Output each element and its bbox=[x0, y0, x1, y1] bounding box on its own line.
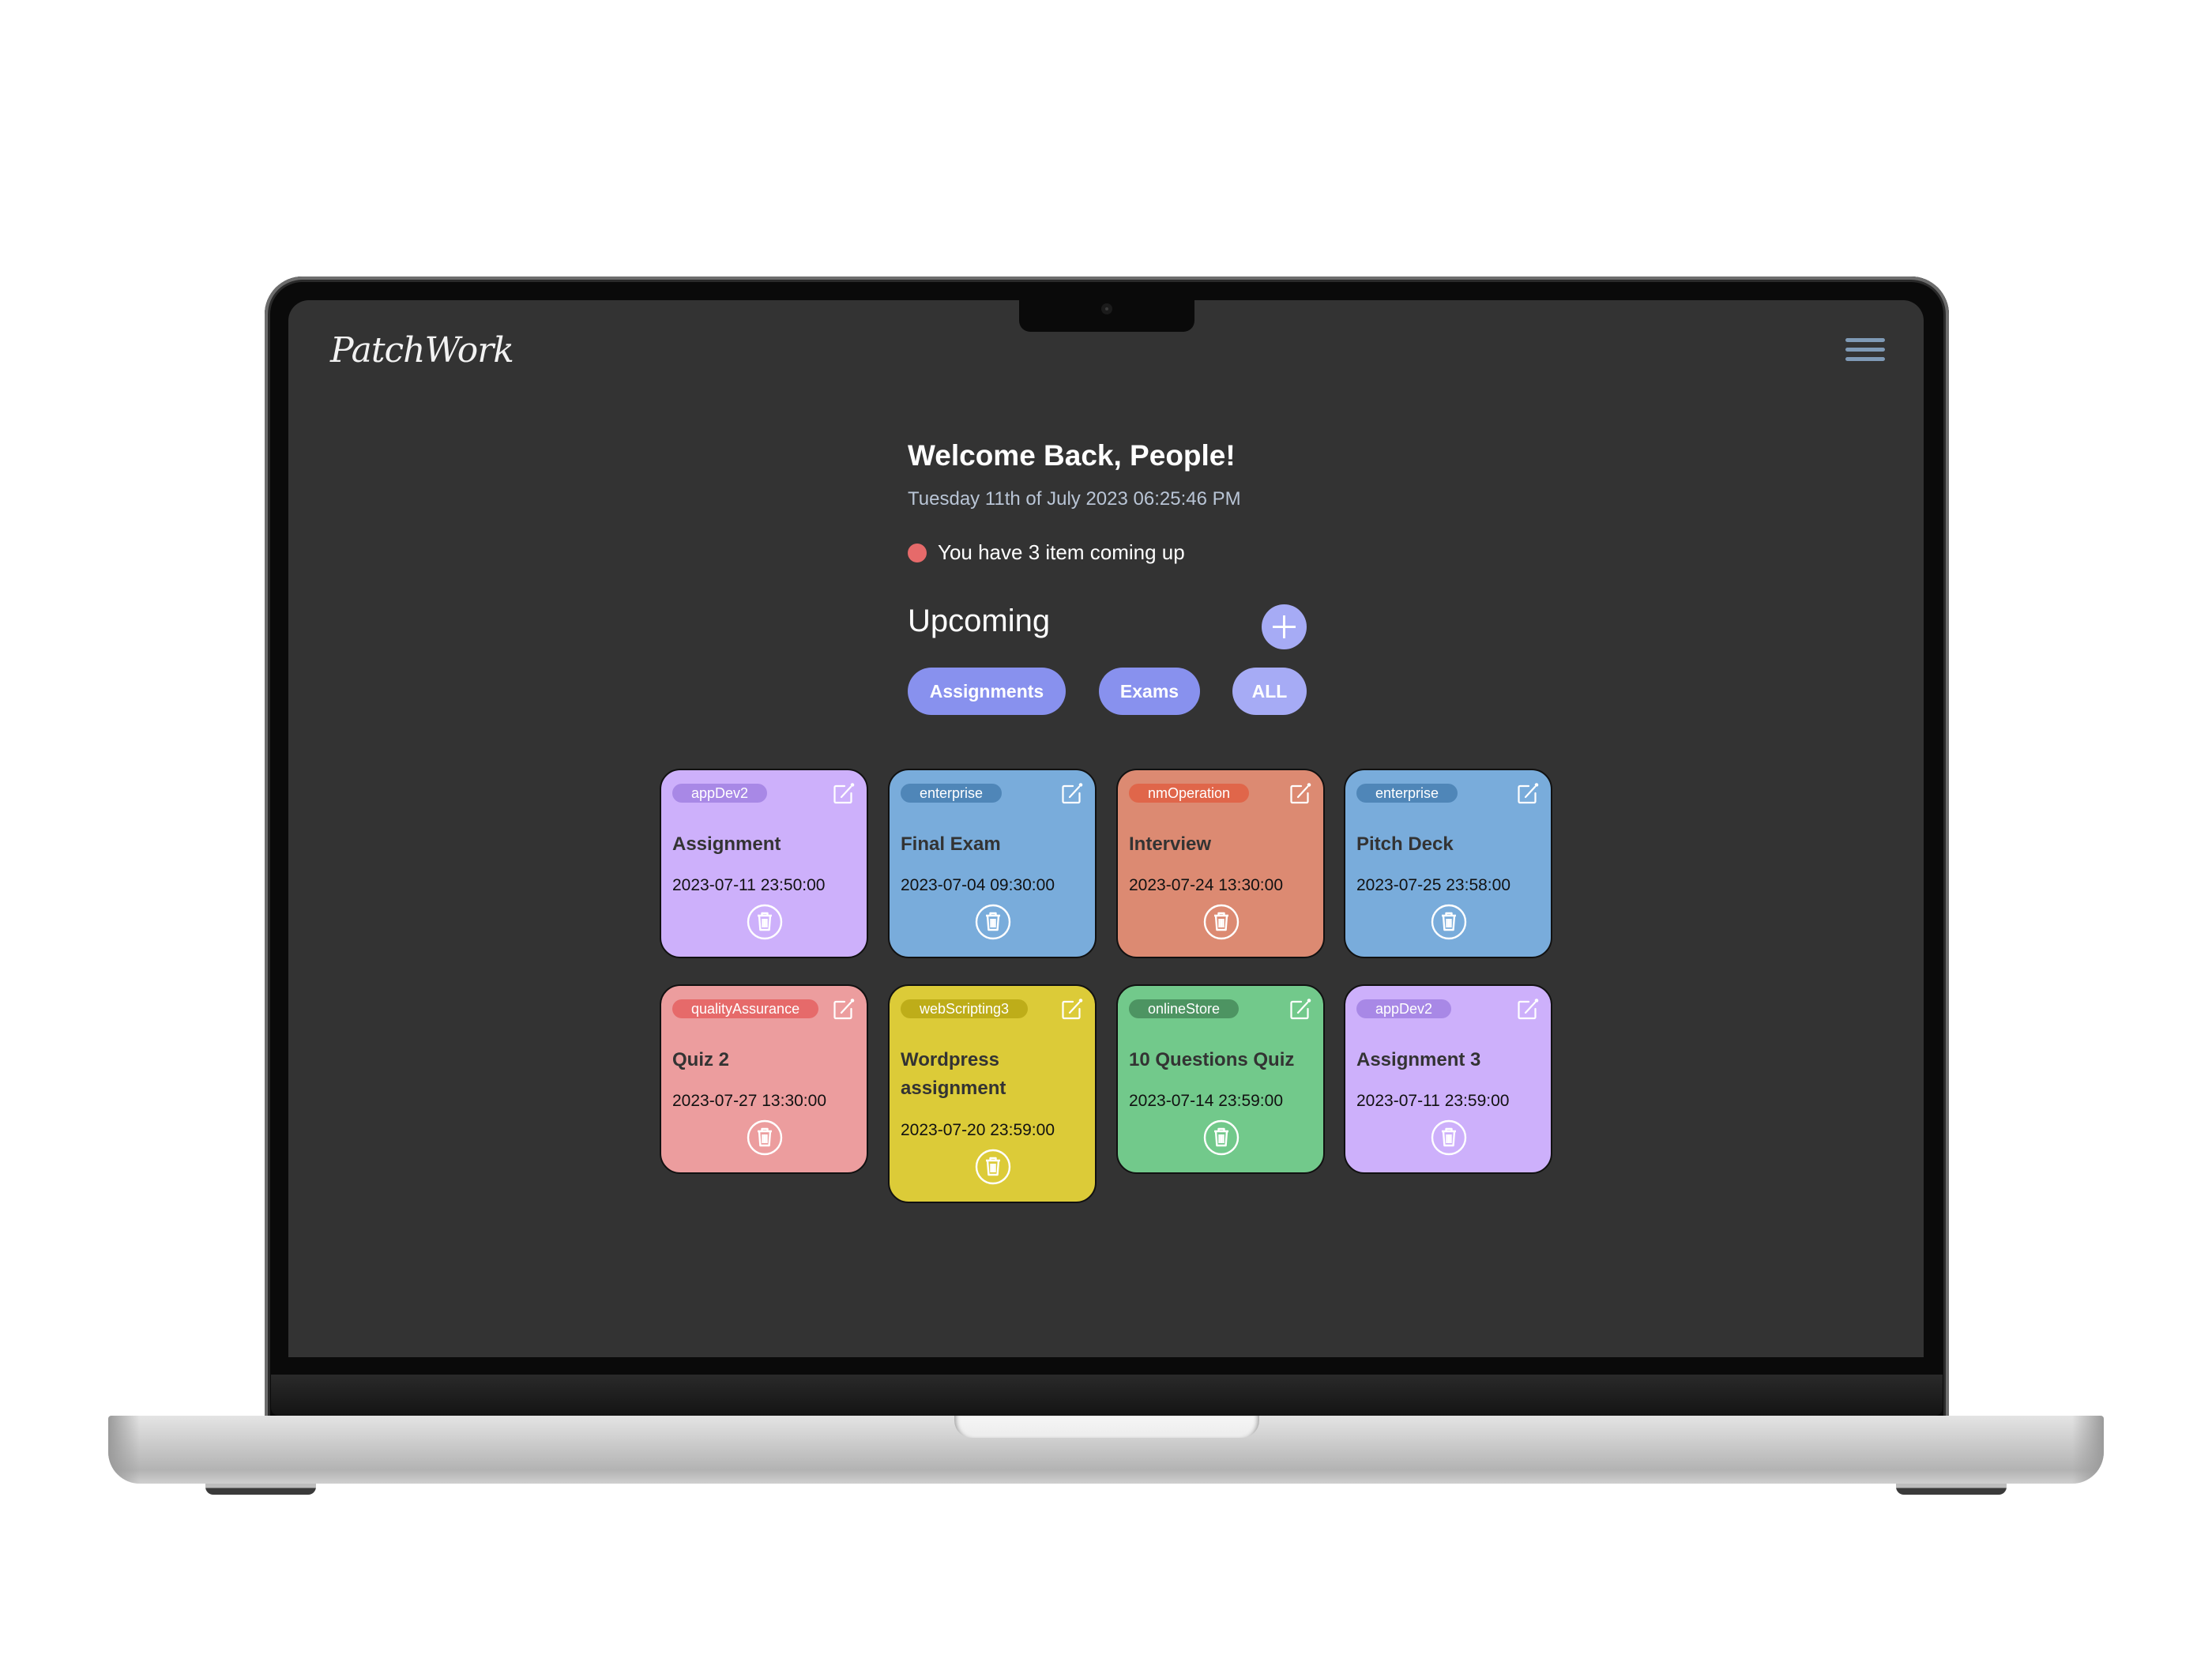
app-logo[interactable]: PatchWork bbox=[330, 330, 514, 371]
laptop-thumb-notch bbox=[954, 1416, 1259, 1438]
upcoming-card[interactable]: qualityAssurance Quiz 2 2023-07-27 13:30:0… bbox=[660, 984, 868, 1174]
upcoming-card[interactable]: appDev2 Assignment 3 2023-07-11 23:59:00 bbox=[1344, 984, 1552, 1174]
course-tag: enterprise bbox=[1356, 784, 1458, 803]
add-item-button[interactable] bbox=[1262, 604, 1307, 649]
course-tag: webScripting3 bbox=[901, 999, 1029, 1018]
current-datetime: Tuesday 11th of July 2023 06:25:46 PM bbox=[908, 488, 1241, 510]
card-due-date: 2023-07-11 23:59:00 bbox=[1356, 1092, 1510, 1110]
status-dot-icon bbox=[908, 543, 927, 562]
laptop-chin bbox=[271, 1375, 1943, 1416]
delete-trash-icon[interactable] bbox=[1431, 1119, 1467, 1156]
edit-icon[interactable] bbox=[1516, 998, 1540, 1021]
course-tag: enterprise bbox=[901, 784, 1003, 803]
upcoming-card[interactable]: onlineStore 10 Questions Quiz 2023-07-14 2… bbox=[1116, 984, 1325, 1174]
card-due-date: 2023-07-24 13:30:00 bbox=[1129, 876, 1283, 894]
delete-trash-icon[interactable] bbox=[1431, 904, 1467, 940]
laptop-foot bbox=[205, 1484, 316, 1495]
edit-icon[interactable] bbox=[832, 782, 856, 806]
delete-trash-icon[interactable] bbox=[975, 904, 1011, 940]
upcoming-count-text: You have 3 item coming up bbox=[938, 540, 1185, 564]
delete-trash-icon[interactable] bbox=[975, 1149, 1011, 1185]
upcoming-card[interactable]: appDev2 Assignment 2023-07-11 23:50:00 bbox=[660, 769, 868, 958]
edit-icon[interactable] bbox=[1060, 782, 1084, 806]
card-title: Interview bbox=[1129, 833, 1212, 855]
upcoming-count-notice: You have 3 item coming up bbox=[908, 540, 1185, 565]
card-due-date: 2023-07-27 13:30:00 bbox=[672, 1092, 826, 1110]
card-title: Quiz 2 bbox=[672, 1049, 730, 1070]
card-title: Pitch Deck bbox=[1356, 833, 1454, 855]
edit-icon[interactable] bbox=[1288, 998, 1312, 1021]
card-due-date: 2023-07-11 23:50:00 bbox=[672, 876, 826, 894]
filter-assignments-button[interactable]: Assignments bbox=[908, 668, 1066, 715]
edit-icon[interactable] bbox=[1288, 782, 1312, 806]
card-title: Final Exam bbox=[901, 833, 1001, 855]
camera-icon bbox=[1101, 303, 1112, 314]
card-title: Assignment bbox=[672, 833, 781, 855]
delete-trash-icon[interactable] bbox=[747, 904, 783, 940]
filter-all-button[interactable]: ALL bbox=[1232, 668, 1307, 715]
delete-trash-icon[interactable] bbox=[1203, 904, 1240, 940]
camera-notch bbox=[1019, 300, 1194, 332]
delete-trash-icon[interactable] bbox=[747, 1119, 783, 1156]
upcoming-title: Upcoming bbox=[908, 604, 1051, 638]
upcoming-card[interactable]: enterprise Final Exam 2023-07-04 09:30:00 bbox=[888, 769, 1097, 958]
filter-exams-button[interactable]: Exams bbox=[1099, 668, 1200, 715]
card-due-date: 2023-07-20 23:59:00 bbox=[901, 1121, 1055, 1139]
upcoming-card[interactable]: enterprise Pitch Deck 2023-07-25 23:58:00 bbox=[1344, 769, 1552, 958]
course-tag: nmOperation bbox=[1129, 784, 1250, 803]
hamburger-menu-icon[interactable] bbox=[1845, 338, 1885, 363]
laptop-foot bbox=[1896, 1484, 2007, 1495]
course-tag: appDev2 bbox=[1356, 999, 1452, 1018]
edit-icon[interactable] bbox=[1060, 998, 1084, 1021]
card-title: Assignment 3 bbox=[1356, 1049, 1481, 1070]
edit-icon[interactable] bbox=[832, 998, 856, 1021]
card-title: Wordpress assignment bbox=[901, 1049, 1006, 1099]
card-title: 10 Questions Quiz bbox=[1129, 1049, 1295, 1070]
welcome-heading: Welcome Back, People! bbox=[908, 439, 1236, 472]
delete-trash-icon[interactable] bbox=[1203, 1119, 1240, 1156]
card-due-date: 2023-07-25 23:58:00 bbox=[1356, 876, 1510, 894]
card-due-date: 2023-07-04 09:30:00 bbox=[901, 876, 1055, 894]
course-tag: qualityAssurance bbox=[672, 999, 819, 1018]
upcoming-card[interactable]: webScripting3 Wordpress assignment 2023-07… bbox=[888, 984, 1097, 1203]
edit-icon[interactable] bbox=[1516, 782, 1540, 806]
card-due-date: 2023-07-14 23:59:00 bbox=[1129, 1092, 1283, 1110]
course-tag: onlineStore bbox=[1129, 999, 1240, 1018]
upcoming-card[interactable]: nmOperation Interview 2023-07-24 13:30:00 bbox=[1116, 769, 1325, 958]
course-tag: appDev2 bbox=[672, 784, 768, 803]
